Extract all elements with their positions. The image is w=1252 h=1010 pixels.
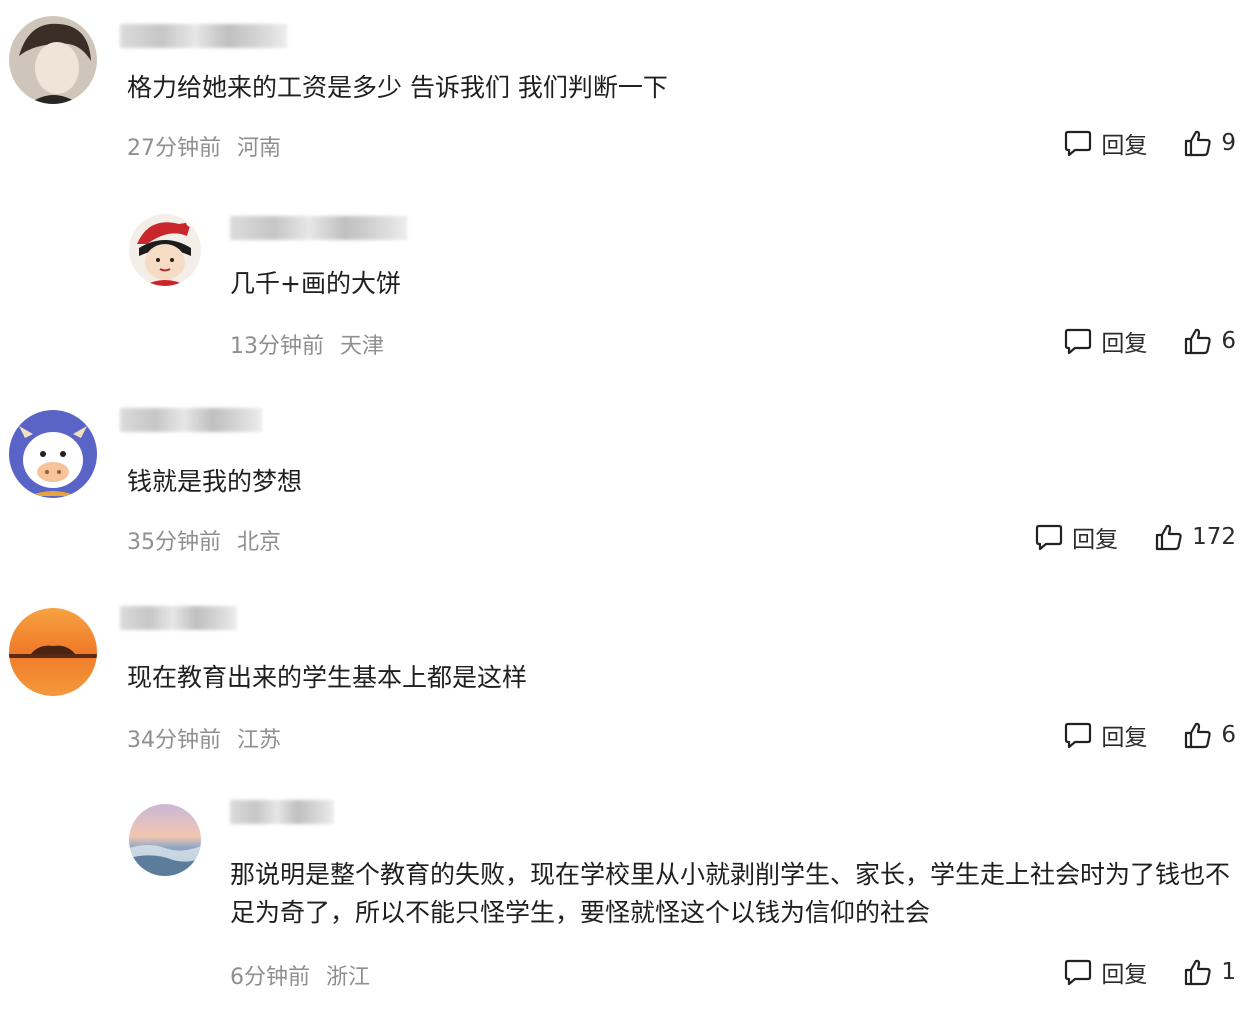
comment-location: 江苏 [237, 728, 282, 753]
reply-button[interactable]: 回复 [1063, 324, 1147, 358]
thumbs-up-icon [1185, 959, 1212, 986]
like-button[interactable]: 172 [1154, 522, 1236, 552]
like-count: 9 [1221, 130, 1236, 156]
like-button[interactable]: 1 [1183, 957, 1236, 987]
comment-actions: 回复 1 [1063, 955, 1236, 989]
avatar[interactable] [9, 16, 97, 104]
like-count: 1 [1221, 959, 1236, 985]
avatar[interactable] [129, 804, 201, 876]
like-button[interactable]: 6 [1183, 720, 1236, 750]
comment-time: 13分钟前 [230, 334, 324, 359]
avatar[interactable] [9, 608, 97, 696]
comment-meta: 13分钟前 天津 [230, 328, 400, 360]
comment-text: 现在教育出来的学生基本上都是这样 [127, 663, 528, 692]
comment-actions: 回复 9 [1063, 126, 1236, 160]
comment-1: 格力给她来的工资是多少 告诉我们 我们判断一下 27分钟前 河南 回复 9 [0, 0, 1252, 200]
comment-meta: 35分钟前 北京 [127, 524, 297, 556]
thumbs-up-icon [1185, 328, 1212, 355]
comment-text: 几千+画的大饼 [230, 269, 401, 298]
thumbs-up-icon [1185, 722, 1212, 749]
comment-time: 35分钟前 [127, 530, 221, 555]
speech-bubble-icon [1065, 328, 1092, 355]
comment-text: 格力给她来的工资是多少 告诉我们 我们判断一下 [127, 73, 668, 102]
thumbs-up-icon [1185, 130, 1212, 157]
like-button[interactable]: 9 [1183, 128, 1236, 158]
reply-button[interactable]: 回复 [1034, 520, 1118, 554]
comment-text: 钱就是我的梦想 [127, 467, 303, 496]
comment-time: 34分钟前 [127, 728, 221, 753]
speech-bubble-icon [1035, 524, 1063, 551]
comment-meta: 34分钟前 江苏 [127, 722, 297, 754]
reply-button[interactable]: 回复 [1063, 955, 1147, 989]
comment-3: 钱就是我的梦想 35分钟前 北京 回复 172 [0, 400, 1252, 595]
comment-location: 浙江 [326, 965, 371, 990]
like-count: 172 [1192, 524, 1236, 550]
comment-location: 天津 [340, 334, 385, 359]
reply-label: 回复 [1101, 331, 1148, 357]
reply-label: 回复 [1101, 962, 1148, 988]
reply-button[interactable]: 回复 [1063, 718, 1147, 752]
reply-label: 回复 [1101, 725, 1148, 751]
comment-location: 北京 [237, 530, 282, 555]
username-blurred[interactable] [230, 800, 334, 824]
reply-button[interactable]: 回复 [1063, 126, 1147, 160]
comment-meta: 6分钟前 浙江 [230, 959, 386, 991]
comment-4: 现在教育出来的学生基本上都是这样 34分钟前 江苏 回复 6 [0, 595, 1252, 790]
like-count: 6 [1221, 722, 1236, 748]
like-count: 6 [1221, 328, 1236, 354]
reply-label: 回复 [1101, 133, 1148, 159]
like-button[interactable]: 6 [1183, 326, 1236, 356]
comment-time: 6分钟前 [230, 965, 310, 990]
username-blurred[interactable] [120, 408, 262, 432]
comment-actions: 回复 172 [1034, 520, 1236, 554]
avatar[interactable] [9, 410, 97, 498]
username-blurred[interactable] [120, 24, 287, 48]
comment-actions: 回复 6 [1063, 324, 1236, 358]
comment-2-reply: 几千+画的大饼 13分钟前 天津 回复 6 [0, 200, 1252, 400]
comment-time: 27分钟前 [127, 136, 221, 161]
avatar[interactable] [129, 214, 201, 286]
comment-location: 河南 [237, 136, 282, 161]
comment-actions: 回复 6 [1063, 718, 1236, 752]
reply-label: 回复 [1072, 527, 1119, 553]
comment-5-reply: 那说明是整个教育的失败，现在学校里从小就剥削学生、家长，学生走上社会时为了钱也不… [0, 790, 1252, 1010]
comment-text: 那说明是整个教育的失败，现在学校里从小就剥削学生、家长，学生走上社会时为了钱也不… [230, 860, 1231, 927]
speech-bubble-icon [1065, 722, 1092, 749]
thumbs-up-icon [1155, 524, 1182, 551]
username-blurred[interactable] [120, 606, 237, 630]
speech-bubble-icon [1065, 959, 1092, 986]
username-blurred[interactable] [230, 216, 407, 240]
comment-meta: 27分钟前 河南 [127, 130, 297, 162]
speech-bubble-icon [1065, 130, 1092, 157]
